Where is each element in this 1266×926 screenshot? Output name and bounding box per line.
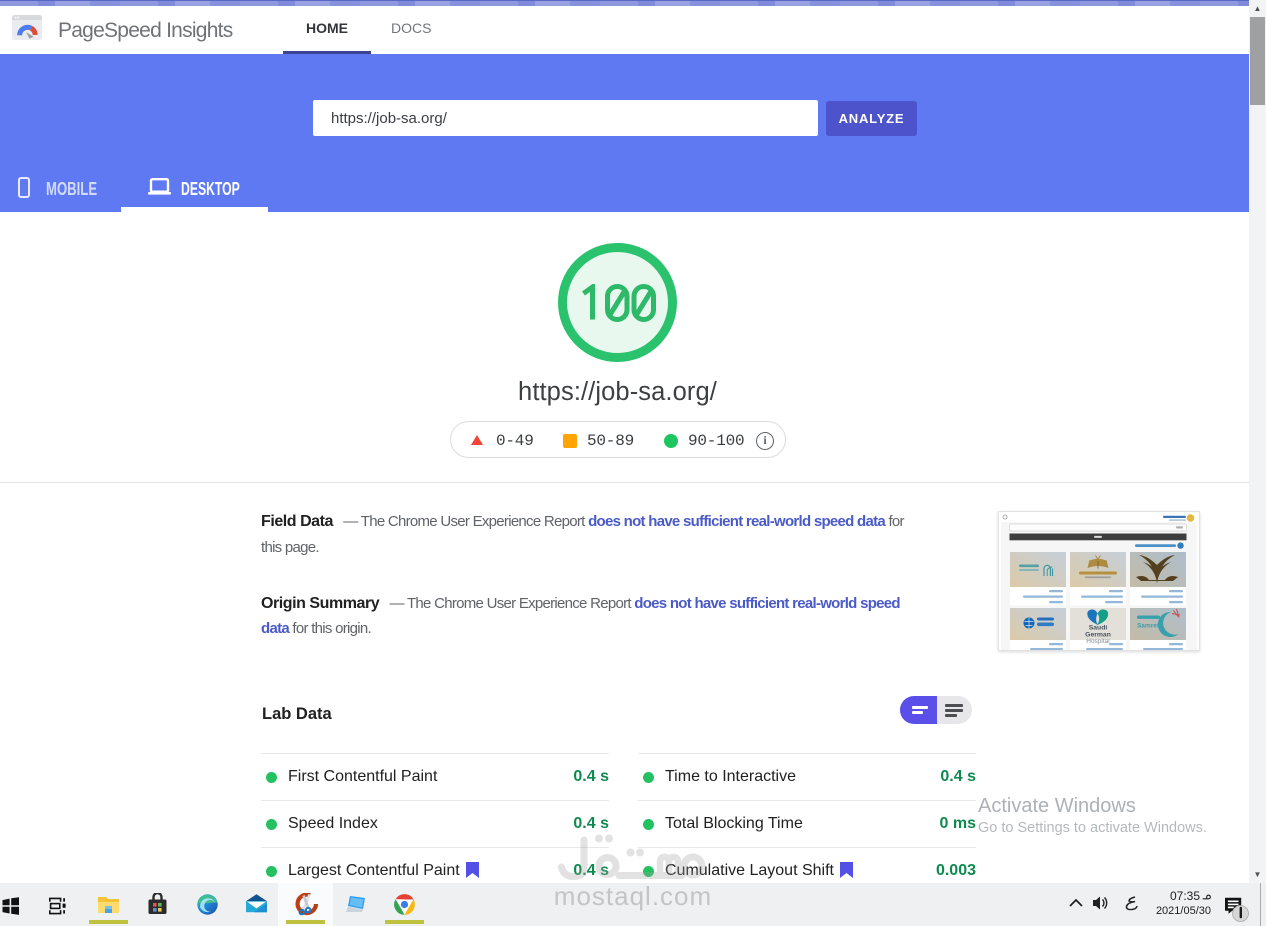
svg-text:Saudi: Saudi (1089, 625, 1108, 632)
svg-text:Hospital: Hospital (1086, 638, 1110, 645)
svg-text:Samref: Samref (1137, 623, 1160, 630)
